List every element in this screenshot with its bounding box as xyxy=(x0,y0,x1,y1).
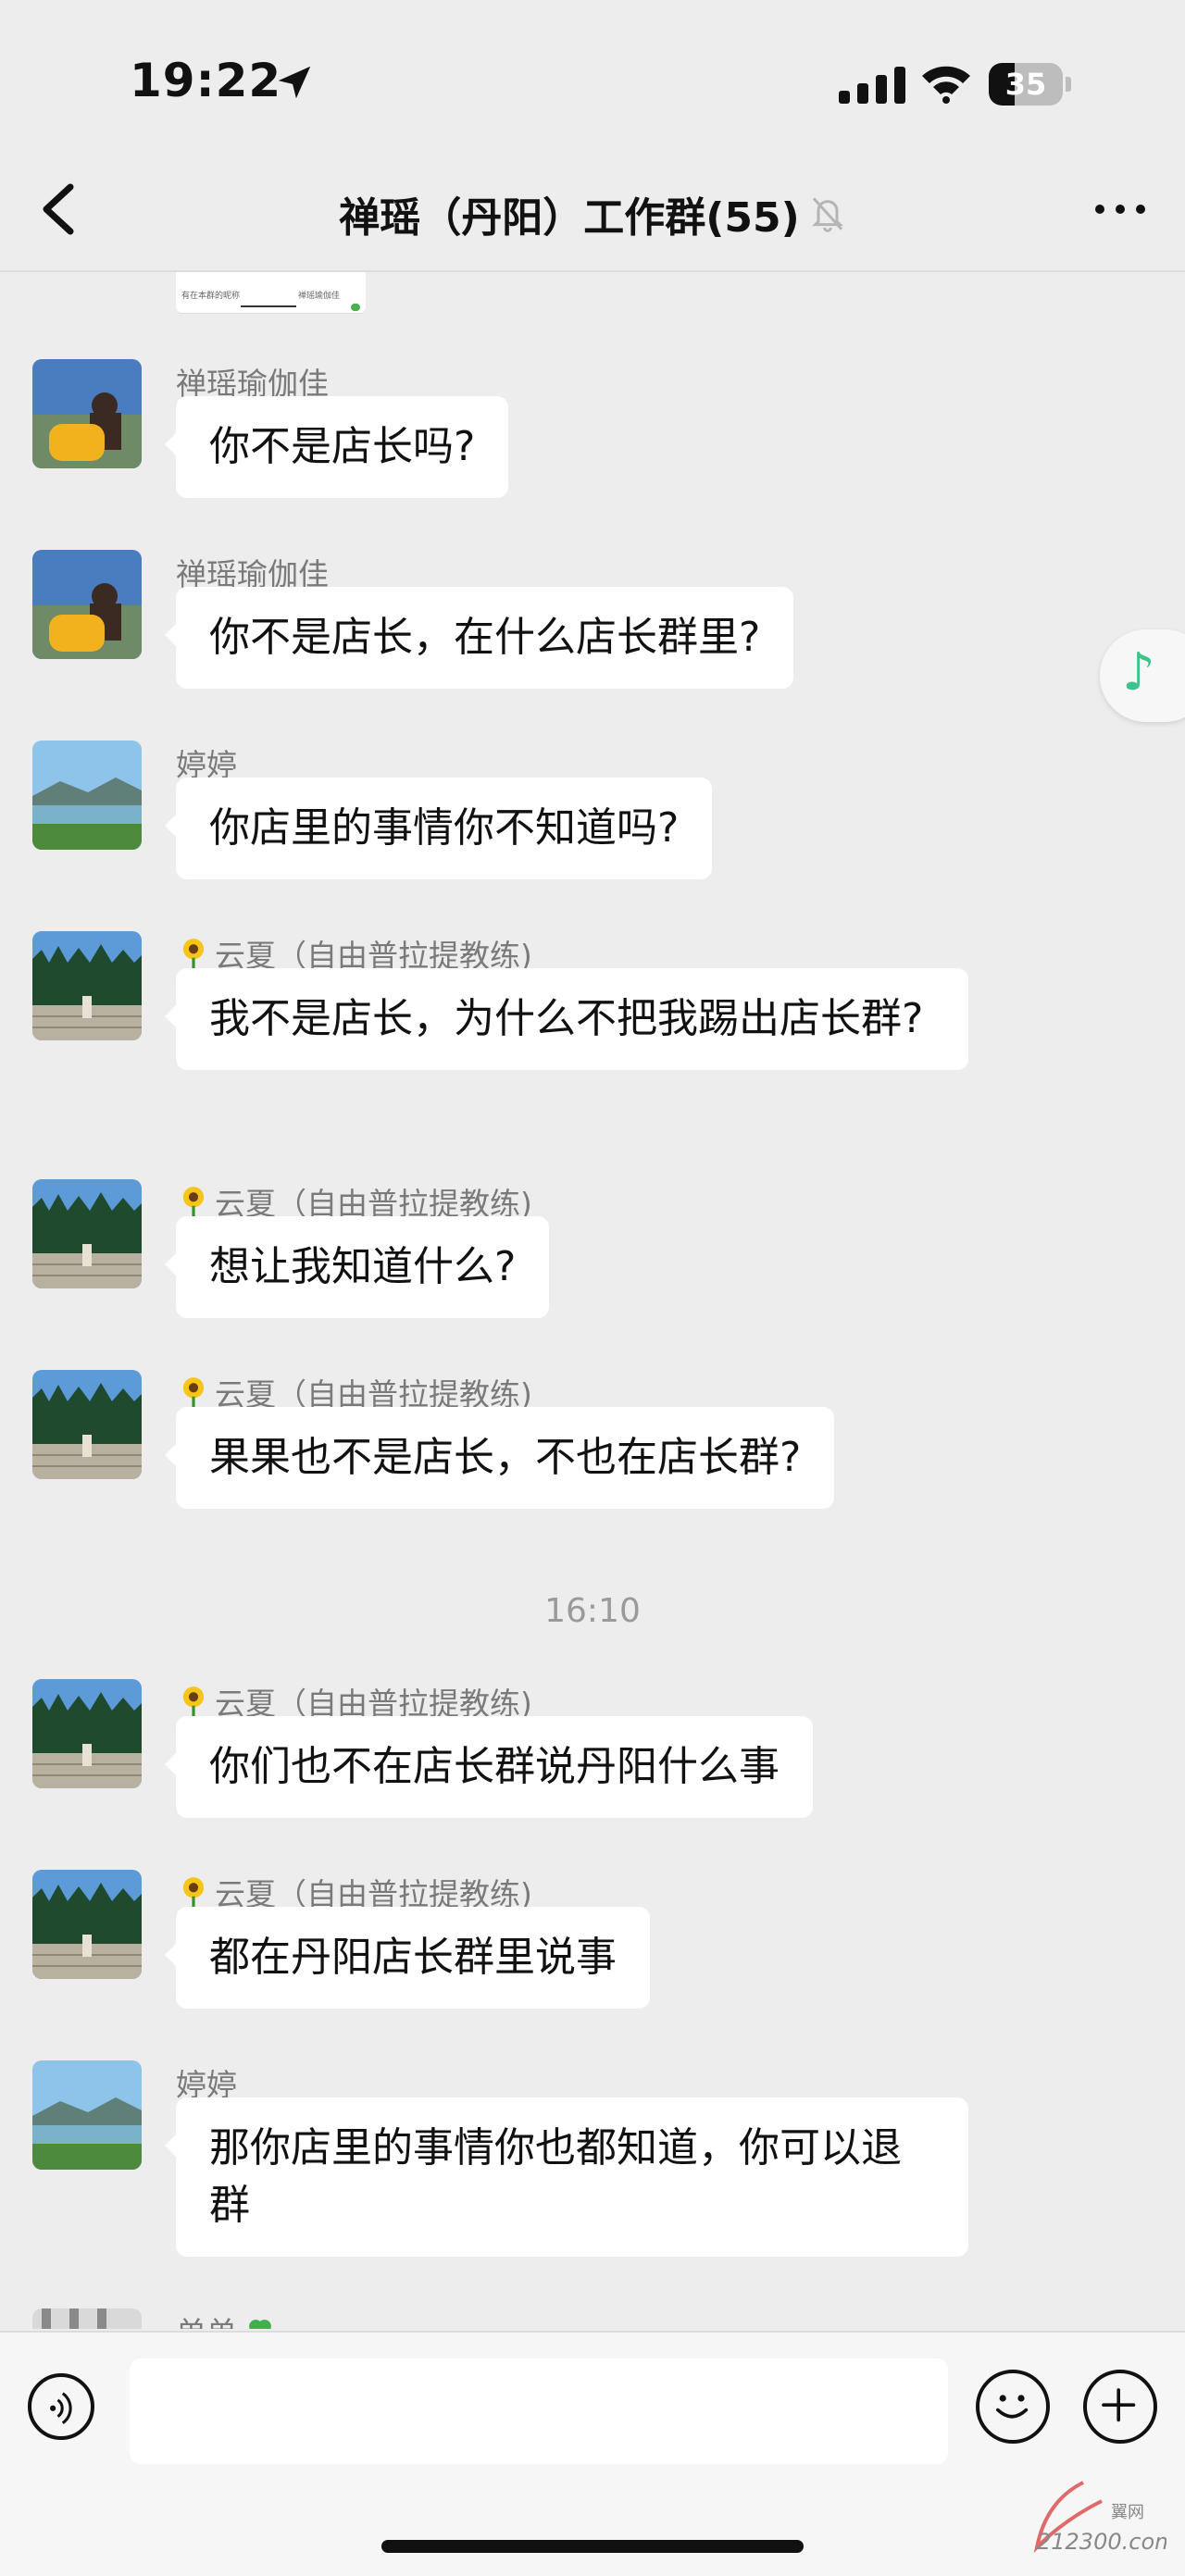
avatar-forest-steps[interactable] xyxy=(32,1679,142,1788)
plus-icon[interactable] xyxy=(1083,2370,1157,2444)
chat-title: 禅瑶（丹阳）工作群(55) xyxy=(339,184,799,243)
message-bubble[interactable]: 我不是店长，为什么不把我踢出店长群? xyxy=(176,968,968,1070)
message-bubble[interactable]: 都在丹阳店长群里说事 xyxy=(176,1907,650,2009)
message-bubble[interactable]: 你不是店长吗? xyxy=(176,396,508,498)
chat-header: 禅瑶（丹阳）工作群(55) xyxy=(0,157,1185,272)
music-note-icon: ♪ xyxy=(1122,642,1155,703)
avatar-partial[interactable] xyxy=(32,2308,142,2329)
message-input[interactable] xyxy=(130,2358,948,2464)
avatar-yoga-woman[interactable] xyxy=(32,550,142,659)
message-bubble[interactable]: 想让我知道什么? xyxy=(176,1216,549,1318)
muted-bell-icon xyxy=(809,193,846,234)
clover-icon xyxy=(243,2313,278,2329)
timestamp: 16:10 xyxy=(0,1592,1185,1630)
sunflower-icon xyxy=(176,1684,211,1719)
watermark-logo: 翼网 212300.com xyxy=(1009,2464,1166,2566)
sunflower-icon xyxy=(176,1874,211,1910)
home-indicator xyxy=(381,2540,804,2553)
avatar-lake-landscape[interactable] xyxy=(32,2060,142,2170)
status-bar: 19:22 35 xyxy=(0,0,1185,157)
cellular-signal-icon xyxy=(839,67,907,104)
message-bubble[interactable]: 你不是店长，在什么店长群里? xyxy=(176,587,793,689)
battery-percent: 35 xyxy=(989,63,1063,106)
avatar-forest-steps[interactable] xyxy=(32,931,142,1040)
wifi-icon xyxy=(920,63,972,104)
avatar-forest-steps[interactable] xyxy=(32,1179,142,1288)
message-bubble[interactable]: 那你店里的事情你也都知道，你可以退群 xyxy=(176,2097,968,2257)
message-bubble[interactable]: 你们也不在店长群说丹阳什么事 xyxy=(176,1716,813,1818)
image-message-thumbnail[interactable]: 有在本群的昵称 禅瑶瑜伽佳 xyxy=(176,272,366,313)
sunflower-icon xyxy=(176,1375,211,1410)
location-arrow-icon xyxy=(273,61,316,104)
battery-indicator: 35 xyxy=(989,63,1072,106)
more-options-icon[interactable] xyxy=(1092,200,1148,218)
avatar-forest-steps[interactable] xyxy=(32,1870,142,1979)
svg-text:翼网: 翼网 xyxy=(1111,2503,1144,2522)
svg-text:212300.com: 212300.com xyxy=(1037,2529,1166,2555)
avatar-forest-steps[interactable] xyxy=(32,1370,142,1479)
emoji-icon[interactable] xyxy=(976,2370,1050,2444)
voice-input-icon[interactable] xyxy=(28,2373,94,2440)
floating-music-button[interactable]: ♪ xyxy=(1100,629,1185,722)
avatar-lake-landscape[interactable] xyxy=(32,740,142,850)
message-bubble[interactable]: 你店里的事情你不知道吗? xyxy=(176,778,712,879)
input-bar: 翼网 212300.com xyxy=(0,2331,1185,2576)
sender-name: 单单 xyxy=(176,2308,281,2329)
message-bubble[interactable]: 果果也不是店长，不也在店长群? xyxy=(176,1407,834,1509)
avatar-yoga-woman[interactable] xyxy=(32,359,142,468)
sunflower-icon xyxy=(176,936,211,971)
status-time: 19:22 xyxy=(130,54,281,107)
message-list[interactable]: 有在本群的昵称 禅瑶瑜伽佳 禅瑶瑜伽佳 你不是店长吗? 禅瑶瑜伽佳 你不是店长，… xyxy=(0,272,1185,2329)
sunflower-icon xyxy=(176,1184,211,1219)
